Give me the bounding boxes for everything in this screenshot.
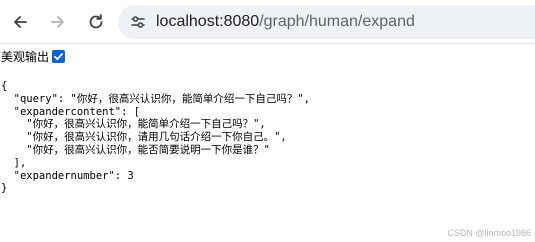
address-bar[interactable]: localhost:8080/graph/human/expand [118, 5, 535, 39]
site-info-button[interactable] [126, 10, 150, 34]
reload-icon [89, 14, 103, 29]
arrow-left-icon [14, 16, 27, 28]
url-text[interactable]: localhost:8080/graph/human/expand [156, 5, 415, 39]
tune-icon [131, 16, 145, 28]
reload-button[interactable] [82, 8, 110, 36]
json-line: "expandernumber": 3 [1, 169, 134, 182]
json-line: "expandercontent": [ [1, 105, 141, 118]
pretty-print-label: 美观输出 [1, 49, 50, 64]
pretty-print-option: 美观输出 [0, 47, 66, 65]
json-line: { [1, 80, 8, 92]
json-line: ], [1, 156, 27, 169]
back-button[interactable] [6, 8, 34, 36]
json-line: "你好，很高兴认识你，能简单介绍一下自己吗？", [1, 118, 266, 131]
json-line: } [1, 182, 8, 195]
forward-button[interactable] [44, 8, 72, 36]
json-line: "你好，很高兴认识你，请用几句话介绍一下你自己。", [1, 131, 287, 144]
watermark: CSDN @linmoo1986 [447, 228, 531, 238]
url-host: localhost:8080 [156, 13, 260, 30]
arrow-right-icon [51, 16, 64, 28]
json-line: "你好，很高兴认识你，能否简要说明一下你是谁？" [1, 143, 270, 156]
url-path: /graph/human/expand [259, 13, 415, 30]
checkmark-icon [54, 52, 63, 60]
json-line: "query": "你好，很高兴认识你，能简单介绍一下自己吗？", [1, 92, 311, 105]
browser-toolbar: localhost:8080/graph/human/expand [0, 0, 535, 44]
json-output: { "query": "你好，很高兴认识你，能简单介绍一下自己吗？", "exp… [1, 80, 310, 195]
pretty-print-checkbox[interactable] [52, 49, 66, 63]
